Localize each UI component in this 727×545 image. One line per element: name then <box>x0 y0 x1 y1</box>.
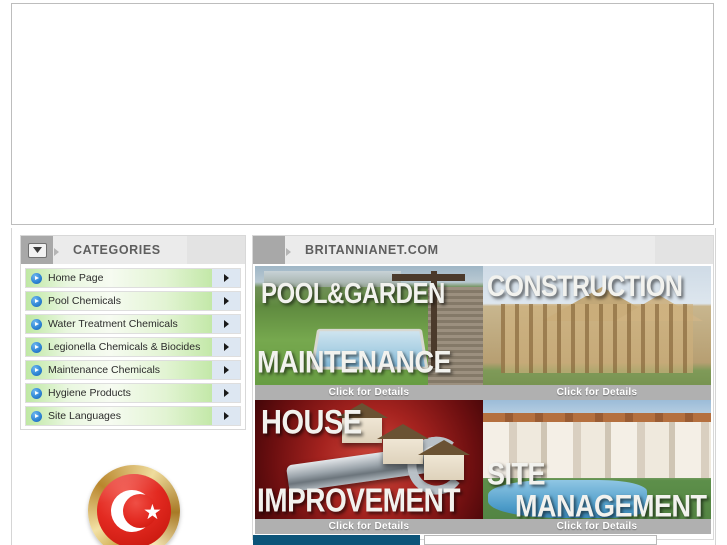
play-circle-icon <box>31 295 42 307</box>
star-icon: ★ <box>143 501 162 524</box>
sidebar-item-body: Hygiene Products <box>26 384 212 402</box>
footer-blue-bar[interactable] <box>253 535 420 545</box>
play-circle-icon <box>31 364 42 376</box>
header-nub-icon <box>53 236 63 264</box>
play-circle-icon <box>31 410 42 422</box>
promo-tile-caption[interactable]: Click for Details <box>255 519 483 534</box>
promo-tile-caption[interactable]: Click for Details <box>255 385 483 400</box>
main-panel-header: BRITANNIANET.COM <box>253 236 713 264</box>
sidebar-item-label: Legionella Chemicals & Biocides <box>48 341 201 353</box>
sidebar-item-site-languages[interactable]: Site Languages <box>25 406 241 426</box>
sidebar-item-hygiene-products[interactable]: Hygiene Products <box>25 383 241 403</box>
promo-tile-line1: HOUSE <box>261 404 362 442</box>
categories-list: Home Page Pool Chemicals Water Treatment… <box>21 264 245 435</box>
page-root: CATEGORIES Home Page Pool Chemicals Wate… <box>0 0 727 545</box>
sidebar-item-label: Site Languages <box>48 410 121 422</box>
play-circle-icon <box>31 387 42 399</box>
sidebar-item-pool-chemicals[interactable]: Pool Chemicals <box>25 291 241 311</box>
sidebar-item-legionella-chemicals-biocides[interactable]: Legionella Chemicals & Biocides <box>25 337 241 357</box>
promo-tile-grid: POOL&GARDEN MAINTENANCE Click for Detail… <box>253 264 713 536</box>
footer-white-box[interactable] <box>424 535 657 545</box>
left-rule <box>11 228 12 545</box>
promo-tile-line1: CONSTRUCTION <box>487 270 683 304</box>
villa-roofline <box>483 413 711 423</box>
right-rule <box>715 228 716 545</box>
arrow-right-icon[interactable] <box>212 269 240 287</box>
sidebar-item-label: Hygiene Products <box>48 387 131 399</box>
promo-tile-line2: IMPROVEMENT <box>257 482 460 519</box>
flag-face: ★ <box>97 474 171 545</box>
categories-panel-header: CATEGORIES <box>21 236 245 264</box>
sidebar-item-home-page[interactable]: Home Page <box>25 268 241 288</box>
sidebar-item-label: Pool Chemicals <box>48 295 121 307</box>
sidebar-item-label: Home Page <box>48 272 104 284</box>
categories-collapse-button[interactable] <box>21 236 53 264</box>
house-model-2 <box>376 423 429 464</box>
top-banner-area <box>11 3 714 225</box>
arrow-right-icon[interactable] <box>212 292 240 310</box>
timber-frame <box>501 303 693 374</box>
sidebar-item-body: Home Page <box>26 269 212 287</box>
sidebar-item-label: Water Treatment Chemicals <box>48 318 178 330</box>
sidebar-item-body: Site Languages <box>26 407 212 425</box>
play-circle-icon <box>31 272 42 284</box>
arrow-right-icon[interactable] <box>212 338 240 356</box>
arrow-right-icon[interactable] <box>212 361 240 379</box>
promo-tile-construction[interactable]: CONSTRUCTION Click for Details <box>483 266 711 400</box>
footer-strip <box>252 534 714 545</box>
promo-tile-site-management[interactable]: SITE MANAGEMENT Click for Details <box>483 400 711 534</box>
categories-title: CATEGORIES <box>73 243 161 257</box>
arrow-right-icon[interactable] <box>212 315 240 333</box>
arrow-right-icon[interactable] <box>212 384 240 402</box>
main-panel-title: BRITANNIANET.COM <box>305 243 439 257</box>
sidebar-item-water-treatment-chemicals[interactable]: Water Treatment Chemicals <box>25 314 241 334</box>
promo-tile-caption[interactable]: Click for Details <box>483 385 711 400</box>
promo-tile-caption[interactable]: Click for Details <box>483 519 711 534</box>
main-panel: BRITANNIANET.COM POOL&GARDEN MAINTENANCE… <box>252 235 714 540</box>
sidebar-item-body: Pool Chemicals <box>26 292 212 310</box>
categories-panel: CATEGORIES Home Page Pool Chemicals Wate… <box>20 235 246 430</box>
chevron-down-icon <box>27 242 47 258</box>
header-nub-icon <box>285 236 295 264</box>
promo-tile-house-improvement[interactable]: HOUSE IMPROVEMENT Click for Details <box>255 400 483 534</box>
sidebar-item-maintenance-chemicals[interactable]: Maintenance Chemicals <box>25 360 241 380</box>
arrow-right-icon[interactable] <box>212 407 240 425</box>
blank-badge-icon <box>253 236 285 264</box>
turkish-flag-badge[interactable]: ★ <box>88 465 180 545</box>
play-circle-icon <box>31 318 42 330</box>
promo-tile-line1: POOL&GARDEN <box>261 278 445 310</box>
sidebar-item-body: Legionella Chemicals & Biocides <box>26 338 212 356</box>
house-model-3 <box>417 439 470 480</box>
sidebar-item-body: Water Treatment Chemicals <box>26 315 212 333</box>
promo-tile-pool-garden-maintenance[interactable]: POOL&GARDEN MAINTENANCE Click for Detail… <box>255 266 483 400</box>
play-circle-icon <box>31 341 42 353</box>
sidebar-item-body: Maintenance Chemicals <box>26 361 212 379</box>
promo-tile-line2: MAINTENANCE <box>257 344 452 380</box>
sidebar-item-label: Maintenance Chemicals <box>48 364 161 376</box>
